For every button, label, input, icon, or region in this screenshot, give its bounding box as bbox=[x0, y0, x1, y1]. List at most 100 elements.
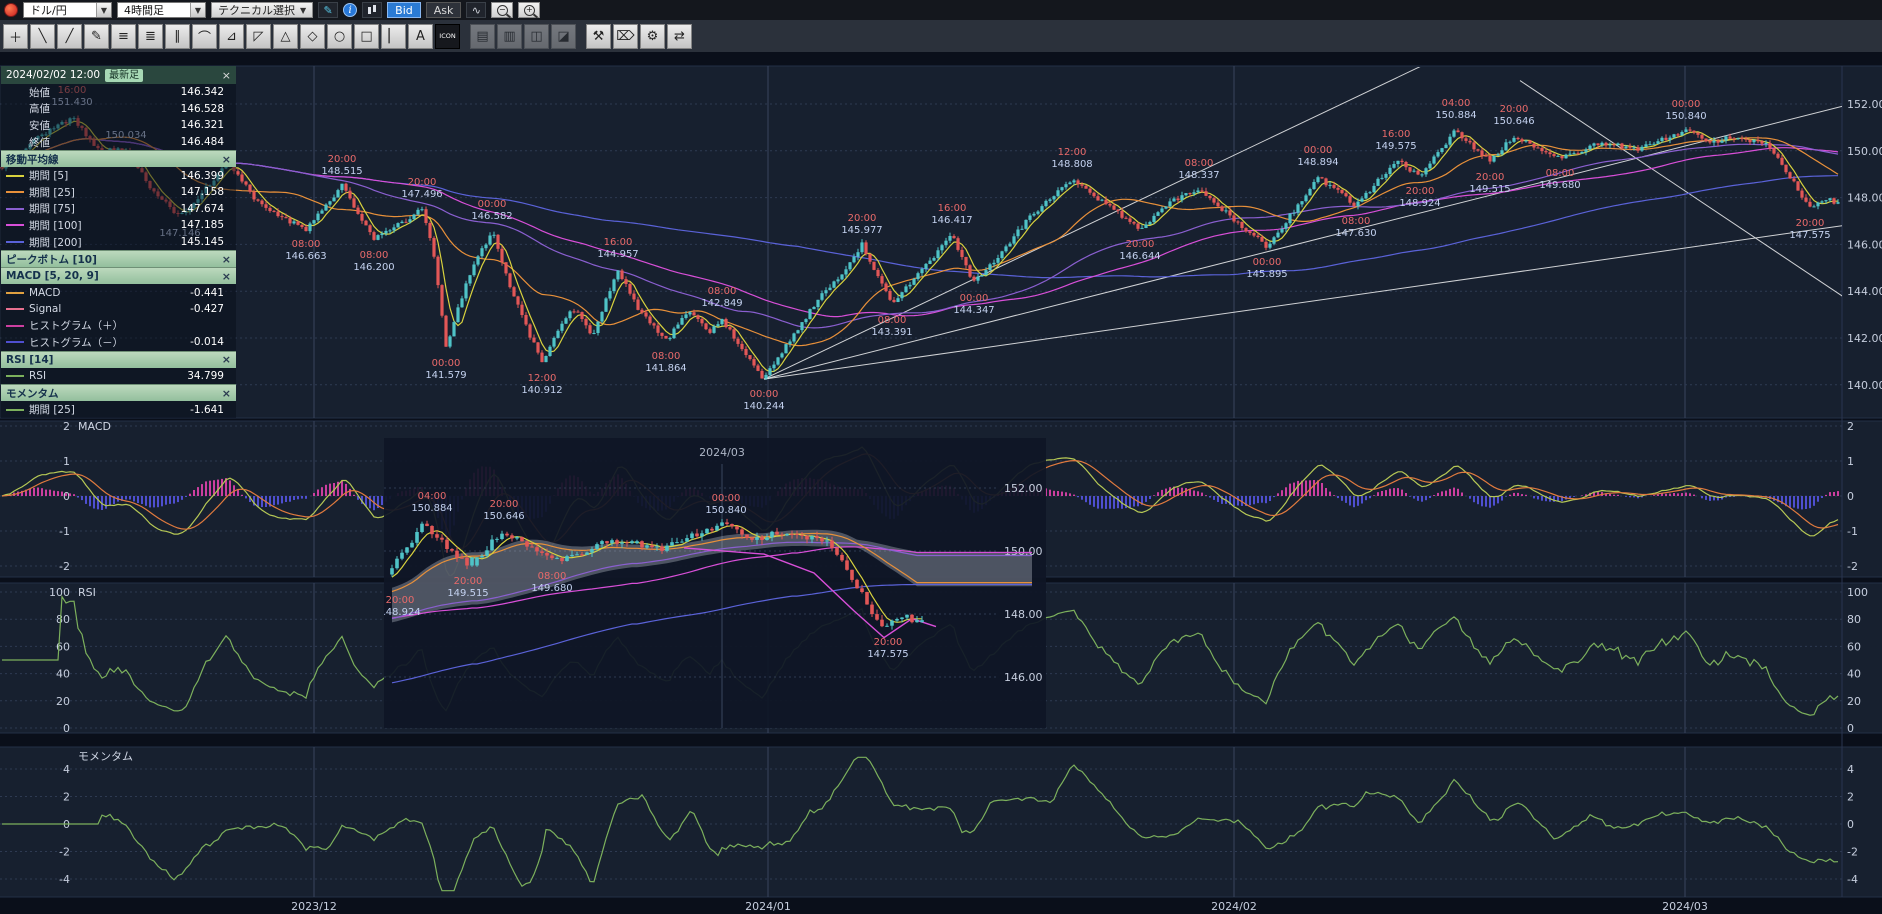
svg-text:4: 4 bbox=[63, 763, 70, 776]
line-color-swatch bbox=[6, 292, 24, 294]
svg-text:148.00: 148.00 bbox=[1847, 192, 1882, 205]
svg-text:00:00: 00:00 bbox=[478, 199, 507, 210]
ask-toggle-button[interactable]: Ask bbox=[426, 2, 462, 18]
chevron-down-icon[interactable]: ▼ bbox=[96, 3, 111, 17]
indicator-title: 移動平均線 bbox=[6, 152, 59, 167]
svg-text:100: 100 bbox=[1847, 586, 1868, 599]
svg-text:-2: -2 bbox=[1847, 560, 1858, 573]
diamond-tool[interactable]: ◇ bbox=[300, 24, 325, 49]
zoom-in-button[interactable]: + bbox=[518, 2, 540, 18]
fibonacci-tool[interactable]: ≣ bbox=[138, 24, 163, 49]
line-style-button[interactable]: ∿ bbox=[466, 2, 486, 18]
corner-triangle-tool[interactable]: ◸ bbox=[246, 24, 271, 49]
legend-value: -0.427 bbox=[190, 303, 224, 315]
info-icon: i bbox=[349, 5, 352, 16]
svg-text:147.496: 147.496 bbox=[401, 189, 442, 200]
close-icon[interactable]: × bbox=[222, 270, 231, 283]
svg-text:-2: -2 bbox=[59, 560, 70, 573]
svg-text:144.957: 144.957 bbox=[597, 249, 638, 260]
close-icon[interactable]: × bbox=[222, 353, 231, 366]
svg-text:148.515: 148.515 bbox=[321, 166, 362, 177]
gear-tool[interactable]: ⚙ bbox=[640, 24, 665, 49]
technical-select-button[interactable]: テクニカル選択 ▼ bbox=[211, 2, 313, 18]
legend-label: 始値 bbox=[29, 85, 50, 100]
svg-text:146.663: 146.663 bbox=[285, 251, 326, 262]
latest-bar-badge[interactable]: 最新足 bbox=[105, 69, 143, 82]
svg-text:08:00: 08:00 bbox=[360, 250, 389, 261]
ray-tool[interactable]: ╱ bbox=[57, 24, 82, 49]
legend-value: 147.674 bbox=[181, 203, 224, 215]
legend-label: 安値 bbox=[29, 118, 50, 133]
eraser-tool[interactable]: ⌦ bbox=[613, 24, 638, 49]
candle-style-button[interactable] bbox=[362, 2, 382, 18]
zoom-out-icon: − bbox=[497, 5, 508, 16]
legend-value-row: 期間 [200]145.145 bbox=[1, 234, 236, 251]
arc-tool[interactable]: ⌒ bbox=[192, 24, 217, 49]
parallel-lines-tool[interactable]: ∥ bbox=[165, 24, 190, 49]
svg-text:-2: -2 bbox=[1847, 846, 1858, 859]
chart-popup-2024-03[interactable]: 152.00150.00148.00146.002024/0304:00150.… bbox=[384, 438, 1046, 728]
svg-text:146.644: 146.644 bbox=[1119, 251, 1160, 262]
draw-mode-button[interactable]: ✎ bbox=[318, 2, 338, 18]
zoom-out-button[interactable]: − bbox=[491, 2, 513, 18]
line-color-swatch bbox=[6, 224, 24, 226]
pencil-tool[interactable]: ✎ bbox=[84, 24, 109, 49]
svg-text:20:00: 20:00 bbox=[1406, 186, 1435, 197]
grid-shape-tool: ▤ bbox=[470, 24, 495, 49]
svg-text:152.00: 152.00 bbox=[1004, 482, 1043, 495]
svg-text:-4: -4 bbox=[59, 873, 70, 886]
svg-text:08:00: 08:00 bbox=[292, 239, 321, 250]
icon-stamp-tool[interactable]: ICON bbox=[435, 24, 460, 49]
timeframe-select[interactable]: 4時間足 ▼ bbox=[117, 2, 206, 18]
svg-text:144.00: 144.00 bbox=[1847, 285, 1882, 298]
svg-text:08:00: 08:00 bbox=[652, 351, 681, 362]
transfer-tool[interactable]: ⇄ bbox=[667, 24, 692, 49]
svg-text:16:00: 16:00 bbox=[938, 203, 967, 214]
svg-text:04:00: 04:00 bbox=[1442, 98, 1471, 109]
svg-text:08:00: 08:00 bbox=[538, 571, 567, 582]
legend-value: -0.014 bbox=[190, 336, 224, 348]
svg-text:20:00: 20:00 bbox=[1796, 218, 1825, 229]
horizontal-line-tool[interactable]: ≡ bbox=[111, 24, 136, 49]
svg-text:2: 2 bbox=[63, 791, 70, 804]
wrench-tool[interactable]: ⚒ bbox=[586, 24, 611, 49]
vertical-line-tool[interactable]: ▏ bbox=[381, 24, 406, 49]
currency-pair-select[interactable]: ドル/円 ▼ bbox=[23, 2, 112, 18]
chevron-down-icon[interactable]: ▼ bbox=[190, 3, 205, 17]
svg-text:149.680: 149.680 bbox=[531, 583, 572, 594]
legend-value: 146.528 bbox=[181, 103, 224, 115]
rectangle-tool[interactable]: □ bbox=[354, 24, 379, 49]
svg-text:2024/03: 2024/03 bbox=[699, 446, 745, 459]
legend-value: 146.321 bbox=[181, 119, 224, 131]
svg-text:2024/02: 2024/02 bbox=[1211, 900, 1257, 913]
indicator-section-header: RSI [14]× bbox=[1, 351, 236, 368]
info-button[interactable]: i bbox=[343, 3, 357, 17]
svg-text:-1: -1 bbox=[59, 525, 70, 538]
legend-label: RSI bbox=[29, 370, 46, 382]
close-icon[interactable]: × bbox=[222, 69, 231, 82]
hatch-shape-tool: ▥ bbox=[497, 24, 522, 49]
trendline-tool[interactable]: ╲ bbox=[30, 24, 55, 49]
close-icon[interactable]: × bbox=[222, 153, 231, 166]
close-icon[interactable]: × bbox=[222, 387, 231, 400]
svg-text:0: 0 bbox=[1847, 722, 1854, 735]
svg-text:143.391: 143.391 bbox=[871, 327, 912, 338]
svg-text:0: 0 bbox=[63, 722, 70, 735]
bid-toggle-button[interactable]: Bid bbox=[387, 2, 421, 18]
close-icon[interactable]: × bbox=[222, 253, 231, 266]
legend-label: 高値 bbox=[29, 101, 50, 116]
legend-label: ヒストグラム（＋） bbox=[29, 318, 123, 333]
svg-text:150.884: 150.884 bbox=[1435, 110, 1476, 121]
svg-text:1: 1 bbox=[63, 455, 70, 468]
svg-text:20:00: 20:00 bbox=[1500, 104, 1529, 115]
svg-text:152.00: 152.00 bbox=[1847, 98, 1882, 111]
svg-text:145.977: 145.977 bbox=[841, 225, 882, 236]
text-tool[interactable]: A bbox=[408, 24, 433, 49]
corner-square-tool: ◪ bbox=[551, 24, 576, 49]
triangle-tool[interactable]: △ bbox=[273, 24, 298, 49]
legend-label: 期間 [25] bbox=[29, 185, 75, 200]
svg-text:0: 0 bbox=[63, 490, 70, 503]
add-tool[interactable]: ＋ bbox=[3, 24, 28, 49]
circle-tool[interactable]: ○ bbox=[327, 24, 352, 49]
gann-fan-tool[interactable]: ⊿ bbox=[219, 24, 244, 49]
